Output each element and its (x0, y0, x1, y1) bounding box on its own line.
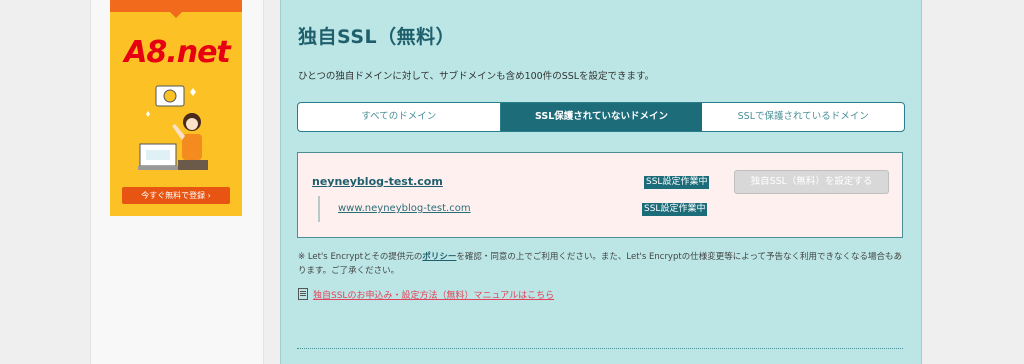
policy-link[interactable]: ポリシー (422, 252, 456, 262)
manual-link-text[interactable]: 独自SSLのお申込み・設定方法（無料）マニュアルはこちら (313, 291, 554, 301)
section-divider (297, 348, 903, 349)
document-icon (298, 288, 308, 300)
register-now-button[interactable]: 今すぐ無料で登録 › (122, 187, 230, 204)
ad-notch (170, 12, 182, 18)
a8net-banner-ad[interactable]: A8.net 今すぐ無料で登録 › (110, 0, 242, 216)
ad-top-strip (110, 0, 242, 12)
notice-prefix: ※ Let's Encryptとその提供元の (298, 252, 423, 262)
page-title: 独自SSL（無料） (298, 26, 456, 48)
subdomain-name-link[interactable]: www.neyneyblog-test.com (338, 203, 471, 214)
person-with-laptop-illustration (138, 85, 208, 170)
a8net-logo: A8.net (124, 35, 231, 70)
tab-unprotected-domains[interactable]: SSL保護されていないドメイン (500, 103, 703, 131)
section-description: ひとつの独自ドメインに対して、サブドメインも含め100件のSSLを設定できます。 (298, 71, 655, 82)
set-free-ssl-button[interactable]: 独自SSL（無料）を設定する (734, 170, 889, 194)
ssl-status-badge-sub: SSL設定作業中 (642, 203, 708, 216)
domain-list-box (297, 152, 903, 238)
domain-name-link[interactable]: neyneyblog-test.com (312, 175, 443, 188)
tab-all-domains[interactable]: すべてのドメイン (298, 103, 501, 131)
domain-filter-tabs: すべてのドメイン SSL保護されていないドメイン SSLで保護されているドメイン (297, 102, 905, 132)
subdomain-indent-line (318, 196, 320, 222)
manual-link[interactable]: 独自SSLのお申込み・設定方法（無料）マニュアルはこちら (298, 288, 554, 301)
ssl-status-badge: SSL設定作業中 (644, 176, 710, 189)
tab-protected-domains[interactable]: SSLで保護されているドメイン (702, 103, 904, 131)
letsencrypt-notice: ※ Let's Encryptとその提供元のポリシーを確認・同意の上でご利用くだ… (298, 250, 904, 278)
